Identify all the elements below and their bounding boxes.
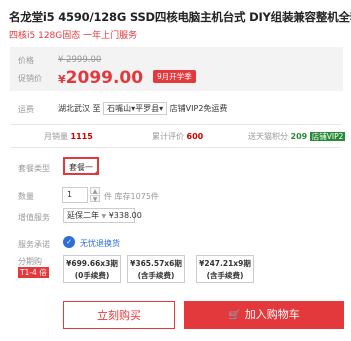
installment-plan-3[interactable]: ¥699.66x3期 (0手续费) [63, 255, 121, 283]
location-city: 石嘴山 [107, 104, 132, 113]
quantity-label: 数量 [18, 192, 34, 201]
quantity-increase-button[interactable]: ▲ [90, 187, 100, 195]
review-count[interactable]: 累计评价 600 [152, 131, 203, 142]
product-title: 名龙堂i5 4590/128G SSD四核电脑主机台式 DIY组装兼容整机全套 [9, 10, 351, 24]
service-promise-label: 服务承诺 [18, 240, 50, 249]
buy-now-button[interactable]: 立刻购买 [63, 301, 175, 329]
plan-fee: (含手续费) [137, 271, 175, 280]
warranty-selected: 延保二年 [67, 211, 99, 220]
product-subtitle: 四核i5 128G固态 一年上门服务 [9, 31, 138, 41]
cart-icon: 🛒 [228, 310, 241, 321]
currency-symbol: ¥ [58, 73, 66, 86]
location-district: 平罗县 [135, 104, 160, 113]
stock-info: 件 库存1075件 [104, 191, 159, 202]
return-guarantee-icon: ✓ [63, 236, 75, 248]
tmall-points: 送天猫积分 209 店铺VIP2 [248, 131, 346, 142]
package-option-label: 套餐一 [69, 163, 93, 172]
package-label: 套餐类型 [18, 164, 50, 173]
quantity-unit: 件 [104, 192, 112, 201]
original-price: ¥ 2999.00 [58, 55, 102, 65]
add-to-cart-label: 加入购物车 [244, 308, 300, 321]
sale-price-label: 促销价 [18, 74, 42, 83]
monthly-sales: 月销量 1115 [44, 131, 93, 142]
monthly-sales-value: 1115 [70, 132, 93, 141]
quantity-input[interactable]: 1 [62, 187, 88, 203]
original-price-label: 价格 [18, 56, 34, 65]
stock-count: 库存1075件 [114, 192, 159, 201]
warranty-price: ¥338.00 [108, 211, 142, 220]
installment-tag: T1-4 倍 [18, 267, 49, 278]
tmall-points-value: 209 [290, 132, 308, 141]
installment-label: 分期购 [18, 257, 42, 266]
shipping-to-prefix: 至 [92, 104, 101, 113]
tmall-points-label: 送天猫积分 [248, 132, 288, 141]
promo-badge: 9月开学季 [153, 70, 196, 83]
plan-fee: (含手续费) [206, 271, 244, 280]
stats-bar: 月销量 1115 累计评价 600 送天猫积分 209 店铺VIP2 [10, 124, 346, 148]
review-count-value: 600 [186, 132, 204, 141]
vip-tag: 店铺VIP2 [309, 132, 346, 141]
review-count-label: 累计评价 [152, 132, 184, 141]
warranty-select[interactable]: 延保二年 ▼ ¥338.00 [63, 208, 142, 223]
shipping-from: 湖北武汉 [58, 104, 90, 113]
monthly-sales-label: 月销量 [44, 132, 68, 141]
plan-fee: (0手续费) [74, 271, 110, 280]
plan-amount: ¥365.57x6期 [130, 259, 182, 268]
addon-service-label: 增值服务 [18, 213, 50, 222]
selected-check-icon [93, 169, 99, 175]
product-detail-panel: 名龙堂i5 4590/128G SSD四核电脑主机台式 DIY组装兼容整机全套 … [0, 0, 351, 341]
location-selector[interactable]: 石嘴山▾平罗县▾ [103, 102, 168, 115]
sale-price-value: 2099.00 [65, 68, 144, 88]
shipping-info: 湖北武汉 至 石嘴山▾平罗县▾ 店铺VIP2免运费 [58, 102, 228, 115]
chevron-down-icon: ▼ [101, 213, 107, 220]
installment-plan-6[interactable]: ¥365.57x6期 (含手续费) [127, 255, 185, 283]
add-to-cart-button[interactable]: 🛒 加入购物车 [184, 301, 344, 329]
plan-amount: ¥247.21x9期 [199, 259, 251, 268]
plan-amount: ¥699.66x3期 [66, 259, 118, 268]
shipping-label: 运费 [18, 105, 34, 114]
sale-price: ¥2099.00 [58, 68, 143, 88]
price-box: 价格 ¥ 2999.00 促销价 ¥2099.00 9月开学季 [10, 47, 343, 91]
installment-plan-9[interactable]: ¥247.21x9期 (含手续费) [196, 255, 254, 283]
quantity-decrease-button[interactable]: ▼ [90, 195, 100, 203]
return-guarantee-text[interactable]: 无忧退换货 [80, 238, 120, 249]
package-option-1[interactable]: 套餐一 [63, 157, 99, 175]
shipping-row: 运费 湖北武汉 至 石嘴山▾平罗县▾ 店铺VIP2免运费 [10, 99, 343, 121]
shipping-note: 店铺VIP2免运费 [169, 104, 228, 113]
chevron-down-icon: ▾ [159, 104, 164, 113]
